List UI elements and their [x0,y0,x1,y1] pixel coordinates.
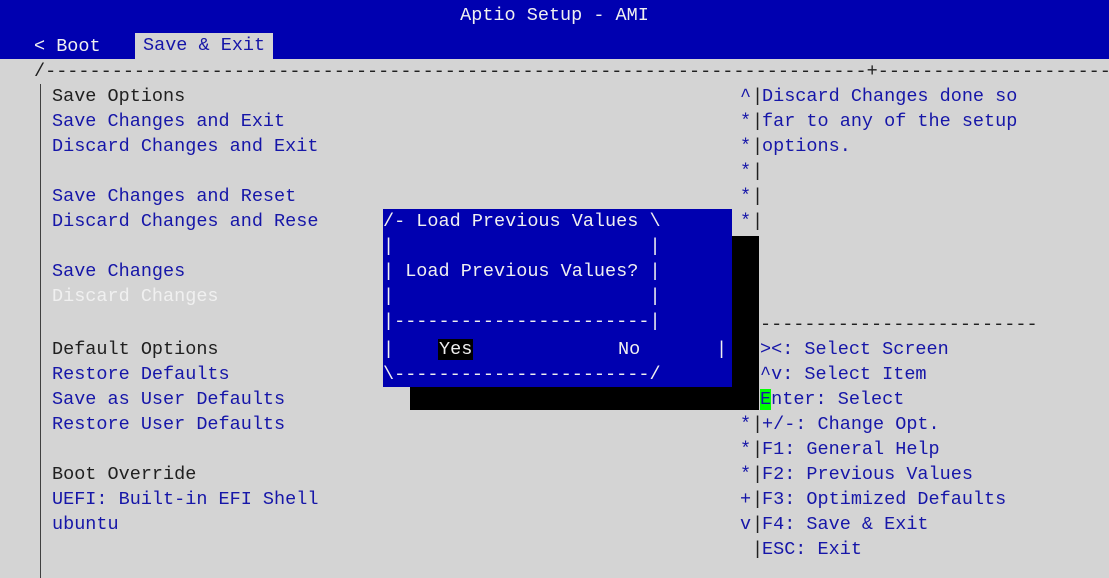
scroll-marker: * [740,414,752,435]
help-divider-bar: | [752,186,764,207]
left-border [40,84,42,578]
dialog-bottom: \-----------------------/ [383,364,661,385]
scroll-marker-up: ^ [740,86,752,107]
header-bar: Aptio Setup - AMI < Boot Save & Exit [0,0,1109,59]
dialog-blank: | | [383,286,661,307]
scroll-marker: * [740,111,752,132]
dialog-blank: | | [383,236,661,257]
key-optimized-defaults: F3: Optimized Defaults [762,489,1007,510]
scroll-marker: * [740,161,752,182]
menu-boot-ubuntu[interactable]: ubuntu [52,512,119,537]
menu-boot-efi-shell[interactable]: UEFI: Built-in EFI Shell [52,487,318,512]
scroll-marker-down: v [740,514,752,535]
dialog-left-bar: | [383,339,395,360]
scroll-marker: * [740,211,752,232]
help-divider-bar: | [752,211,764,232]
dialog-title: /- Load Previous Values \ [383,211,661,232]
dialog-question: | Load Previous Values? | [383,261,661,282]
dialog-yes-button[interactable]: Yes [438,337,474,362]
key-help-divider: ------------------------- [760,314,1038,335]
key-enter-select: Enter: Select [760,387,904,412]
load-previous-values-dialog: /- Load Previous Values \ | | | Load Pre… [383,209,732,387]
scroll-marker: * [740,464,752,485]
dialog-no-button[interactable]: No [618,337,640,362]
section-save-options: Save Options [52,86,186,107]
scroll-marker: * [740,186,752,207]
section-boot-override: Boot Override [52,464,197,485]
key-enter-rest: nter: Select [771,389,905,410]
dialog-right-bar: | [716,339,728,360]
key-select-screen: ><: Select Screen [760,339,949,360]
menu-restore-defaults[interactable]: Restore Defaults [52,362,230,387]
menu-discard-changes-exit[interactable]: Discard Changes and Exit [52,134,318,159]
menu-discard-changes-selected[interactable]: Discard Changes [52,284,219,309]
cursor-highlight: E [760,389,772,410]
menu-discard-changes-reset[interactable]: Discard Changes and Rese [52,209,318,234]
help-text-line: options. [762,136,851,157]
top-border: /---------------------------------------… [34,61,1109,82]
dialog-divider: |-----------------------| [383,311,661,332]
help-text-line: Discard Changes done so [762,86,1018,107]
scroll-marker-thumb: + [740,489,752,510]
help-divider-bar: | [752,161,764,182]
tab-boot[interactable]: < Boot [34,34,101,59]
key-save-exit: F4: Save & Exit [762,514,929,535]
app-title: Aptio Setup - AMI [460,5,649,26]
key-change-opt: +/-: Change Opt. [762,414,940,435]
menu-restore-user-defaults[interactable]: Restore User Defaults [52,412,285,437]
yes-label: Yes [438,339,474,360]
key-esc-exit: ESC: Exit [762,539,862,560]
section-default-options: Default Options [52,339,219,360]
menu-save-user-defaults[interactable]: Save as User Defaults [52,387,285,412]
key-select-item: ^v: Select Item [760,364,927,385]
scroll-marker: * [740,136,752,157]
menu-save-changes-reset[interactable]: Save Changes and Reset [52,184,296,209]
menu-save-changes-exit[interactable]: Save Changes and Exit [52,109,285,134]
scroll-marker: * [740,439,752,460]
key-general-help: F1: General Help [762,439,940,460]
menu-save-changes[interactable]: Save Changes [52,259,185,284]
tab-save-exit[interactable]: Save & Exit [135,33,274,59]
help-text-line: far to any of the setup [762,111,1018,132]
bios-screen: Aptio Setup - AMI < Boot Save & Exit /--… [0,0,1109,578]
key-previous-values: F2: Previous Values [762,464,973,485]
